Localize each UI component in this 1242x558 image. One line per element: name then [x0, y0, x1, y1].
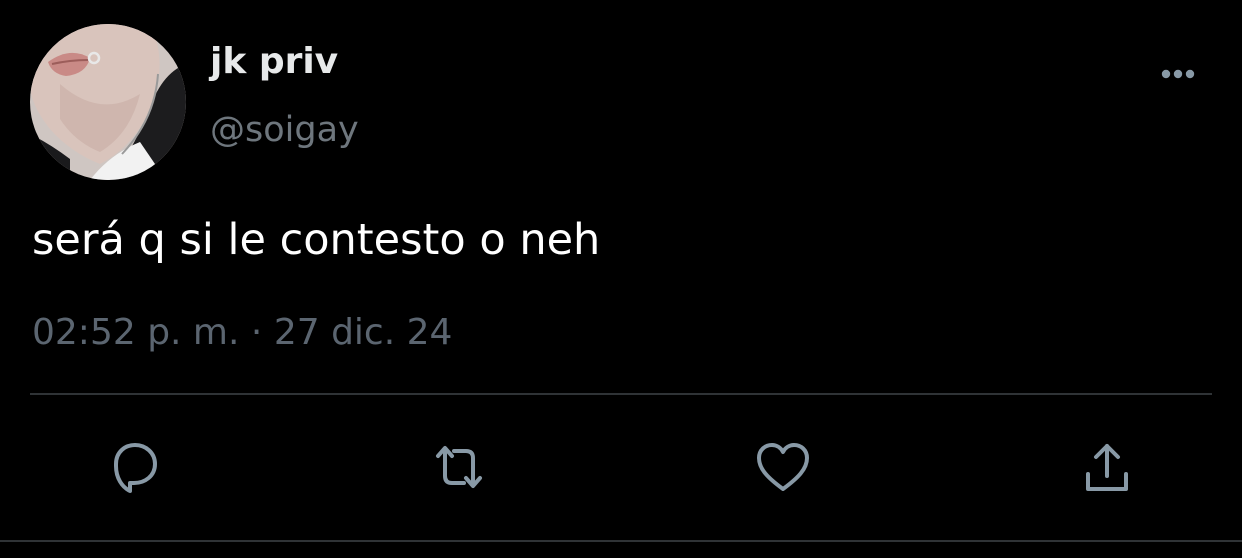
user-handle[interactable]: @soigay — [210, 106, 359, 154]
reply-icon — [114, 443, 157, 493]
retweet-button[interactable] — [426, 434, 492, 500]
tweet-detail: jk priv @soigay será q si le contesto o … — [0, 0, 1242, 558]
retweet-icon — [436, 446, 482, 488]
reply-button[interactable] — [102, 434, 168, 500]
share-icon — [1086, 444, 1128, 491]
tweet-time: 02:52 p. m. — [32, 312, 240, 353]
tweet-timestamp[interactable]: 02:52 p. m. · 27 dic. 24 — [32, 308, 452, 358]
like-button[interactable] — [750, 434, 816, 500]
tweet-date: 27 dic. 24 — [273, 312, 453, 353]
tweet-text: será q si le contesto o neh — [32, 215, 601, 265]
meta-separator: · — [250, 312, 263, 353]
divider — [0, 540, 1242, 542]
display-name[interactable]: jk priv — [210, 38, 338, 86]
avatar-photo — [30, 24, 186, 180]
share-button[interactable] — [1074, 434, 1140, 500]
avatar[interactable] — [30, 24, 186, 180]
heart-icon — [757, 443, 809, 491]
more-options-button[interactable] — [1152, 54, 1204, 94]
divider — [30, 393, 1212, 395]
more-horizontal-icon — [1161, 69, 1195, 79]
